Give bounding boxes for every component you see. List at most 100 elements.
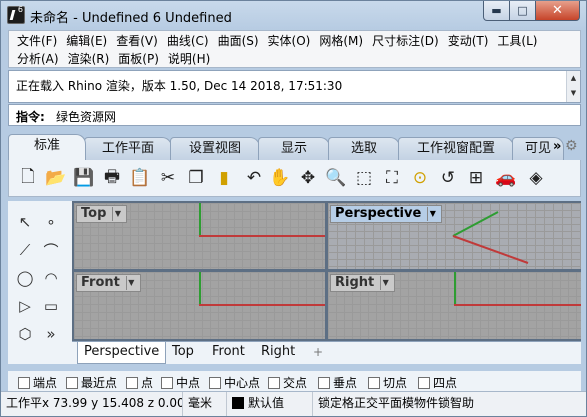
history-scrollbar[interactable]: ▲ ▼ — [566, 71, 580, 102]
menu-surface[interactable]: 曲面(S) — [214, 33, 264, 51]
tab-set-view[interactable]: 设置视图 — [170, 137, 260, 160]
osnap-mid[interactable]: 中点 — [161, 374, 200, 391]
zoom-window-icon[interactable]: ⬚ — [352, 166, 376, 190]
osnap-near[interactable]: 最近点 — [66, 374, 117, 391]
status-modes[interactable]: 锁定格正交平面模物件锁智助 — [313, 392, 586, 416]
menu-curve[interactable]: 曲线(C) — [163, 33, 214, 51]
rhino-app-icon[interactable] — [7, 5, 25, 24]
scroll-up-icon[interactable]: ▲ — [567, 71, 580, 86]
circle-icon[interactable]: ◯ — [12, 265, 38, 291]
viewport-menu-arrow-icon[interactable]: ▼ — [125, 276, 136, 290]
viewport-tab-right[interactable]: Right — [255, 342, 301, 364]
new-file-icon[interactable]: 🗋 — [16, 166, 40, 190]
rectangle-icon[interactable]: ▭ — [38, 293, 64, 319]
hexagon-icon[interactable]: ⬡ — [12, 321, 38, 347]
polyline-icon[interactable]: ⟋ — [12, 237, 38, 263]
checkbox[interactable] — [418, 376, 430, 389]
checkbox[interactable] — [368, 376, 380, 389]
osnap-center[interactable]: 中心点 — [209, 374, 260, 391]
tab-select[interactable]: 选取 — [328, 137, 400, 160]
viewport-right[interactable]: Right ▼ — [328, 272, 581, 339]
command-prompt[interactable]: 指令: 绿色资源网 — [8, 104, 581, 126]
scroll-down-icon[interactable]: ▼ — [567, 86, 580, 101]
osnap-tan[interactable]: 切点 — [368, 374, 407, 391]
menu-panels[interactable]: 面板(P) — [114, 51, 164, 69]
paste-clipboard-icon[interactable]: 📋 — [128, 166, 152, 190]
car-render-icon[interactable]: 🚗 — [494, 166, 518, 190]
viewport-menu-arrow-icon[interactable]: ▼ — [112, 207, 122, 221]
menu-dimension[interactable]: 尺寸标注(D) — [368, 33, 444, 51]
tab-viewport-layout[interactable]: 工作视窗配置 — [398, 137, 514, 160]
close-button[interactable]: ✕ — [536, 1, 580, 21]
polygon-icon[interactable]: ▷ — [12, 293, 38, 319]
curve-icon[interactable]: ⌒ — [38, 237, 64, 263]
zoom-selected-icon[interactable]: ⊙ — [408, 166, 432, 190]
minimize-button[interactable]: ▬ — [483, 1, 510, 21]
pan-hand-icon[interactable]: ✋ — [268, 166, 292, 190]
undo-view-icon[interactable]: ↺ — [436, 166, 460, 190]
viewport-label-perspective[interactable]: Perspective ▼ — [330, 205, 443, 223]
menu-help[interactable]: 说明(H) — [164, 51, 215, 69]
tabs-more-icon[interactable]: » — [553, 139, 561, 154]
add-viewport-button[interactable]: + — [307, 342, 329, 364]
viewport-tab-front[interactable]: Front — [206, 342, 251, 364]
zoom-icon[interactable]: 🔍 — [324, 166, 348, 190]
viewport-label-top[interactable]: Top ▼ — [76, 205, 128, 223]
osnap-perp[interactable]: 垂点 — [318, 374, 357, 391]
open-folder-icon[interactable]: 📂 — [44, 166, 68, 190]
select-arrow-icon[interactable]: ↖ — [12, 209, 38, 235]
tab-cplanes[interactable]: 工作平面 — [84, 137, 172, 160]
osnap-quad[interactable]: 四点 — [418, 374, 457, 391]
arc-icon[interactable]: ◠ — [38, 265, 64, 291]
menu-mesh[interactable]: 网格(M) — [315, 33, 368, 51]
menu-analyze[interactable]: 分析(A) — [13, 51, 64, 69]
osnap-end[interactable]: 端点 — [18, 374, 57, 391]
status-units[interactable]: 毫米 — [183, 392, 227, 416]
menu-render[interactable]: 渲染(R) — [64, 51, 115, 69]
tab-display[interactable]: 显示 — [258, 137, 330, 160]
undo-icon[interactable]: ↶ — [242, 166, 266, 190]
more-tools-icon[interactable]: » — [38, 321, 64, 347]
viewport-label-front[interactable]: Front ▼ — [76, 274, 141, 292]
menu-view[interactable]: 查看(V) — [112, 33, 163, 51]
checkbox[interactable] — [66, 376, 78, 389]
checkbox[interactable] — [209, 376, 221, 389]
menu-file[interactable]: 文件(F) — [13, 33, 62, 51]
status-layer[interactable]: 默认值 — [227, 392, 313, 416]
point-icon[interactable]: ∘ — [38, 209, 64, 235]
viewport-label-right[interactable]: Right ▼ — [330, 274, 396, 292]
checkbox[interactable] — [318, 376, 330, 389]
copy-icon[interactable]: ❐ — [184, 166, 208, 190]
print-icon[interactable]: 🖶 — [100, 166, 124, 190]
menu-solid[interactable]: 实体(O) — [264, 33, 316, 51]
title-bar[interactable]: 未命名 - Undefined 6 Undefined ▬ □ ✕ — [1, 1, 586, 30]
osnap-int[interactable]: 交点 — [268, 374, 307, 391]
viewport-tab-top[interactable]: Top — [166, 342, 200, 364]
paste-icon[interactable]: ▮ — [212, 166, 236, 190]
maximize-button[interactable]: □ — [510, 1, 536, 21]
viewport-tab-perspective[interactable]: Perspective — [77, 342, 167, 364]
checkbox[interactable] — [268, 376, 280, 389]
render-tools-icon[interactable]: ◈ — [524, 166, 548, 190]
osnap-point[interactable]: 点 — [126, 374, 153, 391]
menu-transform[interactable]: 变动(T) — [444, 33, 494, 51]
tab-standard[interactable]: 标准 — [8, 134, 86, 160]
viewport-perspective[interactable]: Perspective ▼ — [328, 203, 581, 269]
four-viewports-icon[interactable]: ⊞ — [464, 166, 488, 190]
viewport-front[interactable]: Front ▼ — [74, 272, 325, 339]
command-input[interactable]: 绿色资源网 — [56, 108, 116, 125]
save-icon[interactable]: 💾 — [72, 166, 96, 190]
viewport-top[interactable]: Top ▼ — [74, 203, 325, 269]
checkbox[interactable] — [18, 376, 30, 389]
rotate-view-icon[interactable]: ✥ — [296, 166, 320, 190]
checkbox[interactable] — [161, 376, 173, 389]
menu-tools[interactable]: 工具(L) — [493, 33, 542, 51]
gear-icon[interactable]: ⚙ — [565, 138, 578, 154]
viewport-menu-arrow-icon[interactable]: ▼ — [380, 276, 390, 290]
viewport-menu-arrow-icon[interactable]: ▼ — [427, 207, 437, 221]
menu-edit[interactable]: 编辑(E) — [62, 33, 112, 51]
cut-scissors-icon[interactable]: ✂ — [156, 166, 180, 190]
checkbox[interactable] — [126, 376, 138, 389]
osnap-label: 垂点 — [333, 376, 358, 390]
zoom-extents-icon[interactable]: ⛶ — [380, 166, 404, 190]
